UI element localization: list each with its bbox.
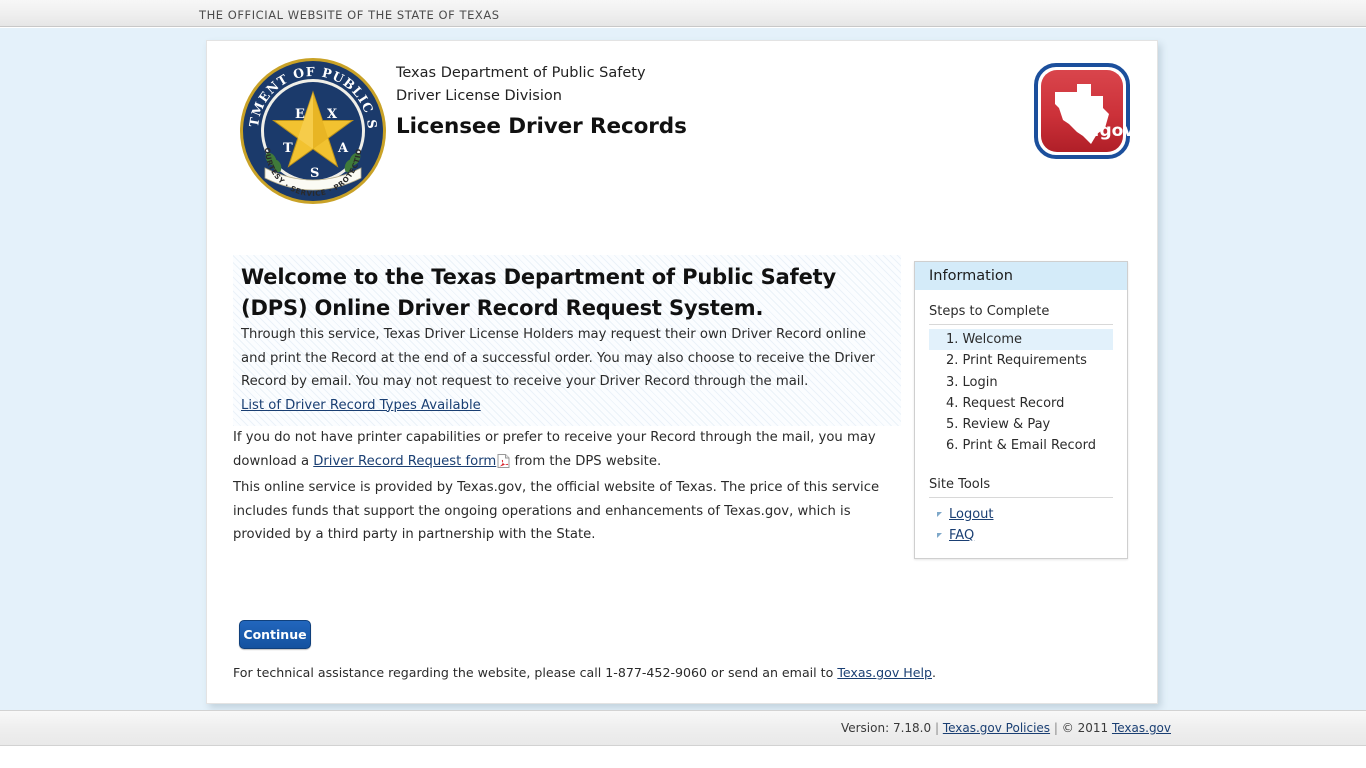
svg-text:A: A — [337, 141, 349, 156]
footer-text: Version: 7.18.0 | Texas.gov Policies | ©… — [841, 721, 1171, 735]
steps-list: 1. Welcome 2. Print Requirements 3. Logi… — [929, 329, 1113, 457]
footer-separator-1: | — [934, 721, 939, 735]
bullet-triangle-icon — [937, 511, 942, 517]
tech-note-suffix: . — [932, 665, 937, 680]
sidebar-step-review-and-pay[interactable]: 5. Review & Pay — [929, 414, 1113, 435]
texas-gov-logo-icon[interactable]: .gov — [1033, 62, 1134, 160]
agency-name: Texas Department of Public Safety — [396, 65, 646, 81]
driver-record-request-form-link[interactable]: Driver Record Request form — [313, 454, 496, 469]
sidebar-step-print-and-email-record[interactable]: 6. Print & Email Record — [929, 435, 1113, 456]
footer-separator-2: | — [1053, 721, 1058, 735]
footer-version: Version: 7.18.0 — [840, 721, 932, 735]
texas-gov-policies-link[interactable]: Texas.gov Policies — [943, 721, 1050, 735]
division-name: Driver License Division — [396, 87, 562, 104]
pdf-file-icon — [497, 453, 510, 477]
texas-gov-help-link[interactable]: Texas.gov Help — [837, 665, 932, 680]
svg-text:T: T — [283, 141, 293, 156]
sidebar-step-request-record[interactable]: 4. Request Record — [929, 393, 1113, 414]
dps-seal-icon: DEPARTMENT OF PUBLIC SAFETY E X T A S CO… — [238, 56, 388, 206]
logout-link[interactable]: Logout — [949, 507, 994, 522]
intro-paragraph: Through this service, Texas Driver Licen… — [241, 327, 875, 389]
texas-gov-link[interactable]: Texas.gov — [1112, 721, 1171, 735]
list-of-driver-record-types-link[interactable]: List of Driver Record Types Available — [241, 398, 481, 413]
information-panel-title: Information — [915, 262, 1127, 290]
site-tools-list: Logout FAQ — [929, 504, 1113, 547]
svg-text:S: S — [310, 166, 319, 181]
sidebar-step-login[interactable]: 3. Login — [929, 372, 1113, 393]
continue-button[interactable]: Continue — [239, 620, 311, 649]
site-tools-item-faq: FAQ — [929, 525, 1113, 546]
site-tools-item-logout: Logout — [929, 504, 1113, 525]
site-tools-label: Site Tools — [929, 477, 1113, 498]
state-banner-text: THE OFFICIAL WEBSITE OF THE STATE OF TEX… — [199, 8, 500, 22]
information-panel: Information Steps to Complete 1. Welcome… — [914, 261, 1128, 559]
main-content: Welcome to the Texas Department of Publi… — [233, 255, 901, 547]
service-provided-paragraph: This online service is provided by Texas… — [233, 480, 880, 542]
state-banner-bar: THE OFFICIAL WEBSITE OF THE STATE OF TEX… — [0, 0, 1366, 27]
steps-to-complete-label: Steps to Complete — [929, 304, 1113, 325]
intro-striped-block: Welcome to the Texas Department of Publi… — [233, 255, 901, 426]
texas-gov-logo-label: .gov — [1093, 121, 1131, 141]
technical-assistance-note: For technical assistance regarding the w… — [233, 665, 1013, 680]
faq-link[interactable]: FAQ — [949, 528, 974, 543]
sidebar-step-welcome[interactable]: 1. Welcome — [929, 329, 1113, 351]
bullet-triangle-icon — [937, 533, 942, 539]
page-title: Licensee Driver Records — [396, 114, 687, 139]
mail-option-paragraph: If you do not have printer capabilities … — [233, 426, 901, 476]
record-types-link-row: List of Driver Record Types Available — [241, 394, 893, 418]
branding-text: Texas Department of Public Safety Driver… — [396, 62, 956, 139]
mail-option-text-suffix: from the DPS website. — [510, 453, 662, 469]
svg-text:X: X — [327, 107, 338, 122]
welcome-heading: Welcome to the Texas Department of Publi… — [241, 265, 837, 320]
footer-copyright: © 2011 — [1061, 721, 1109, 735]
tech-note-prefix: For technical assistance regarding the w… — [233, 665, 838, 680]
svg-text:E: E — [295, 107, 305, 122]
sidebar-step-print-requirements[interactable]: 2. Print Requirements — [929, 350, 1113, 371]
